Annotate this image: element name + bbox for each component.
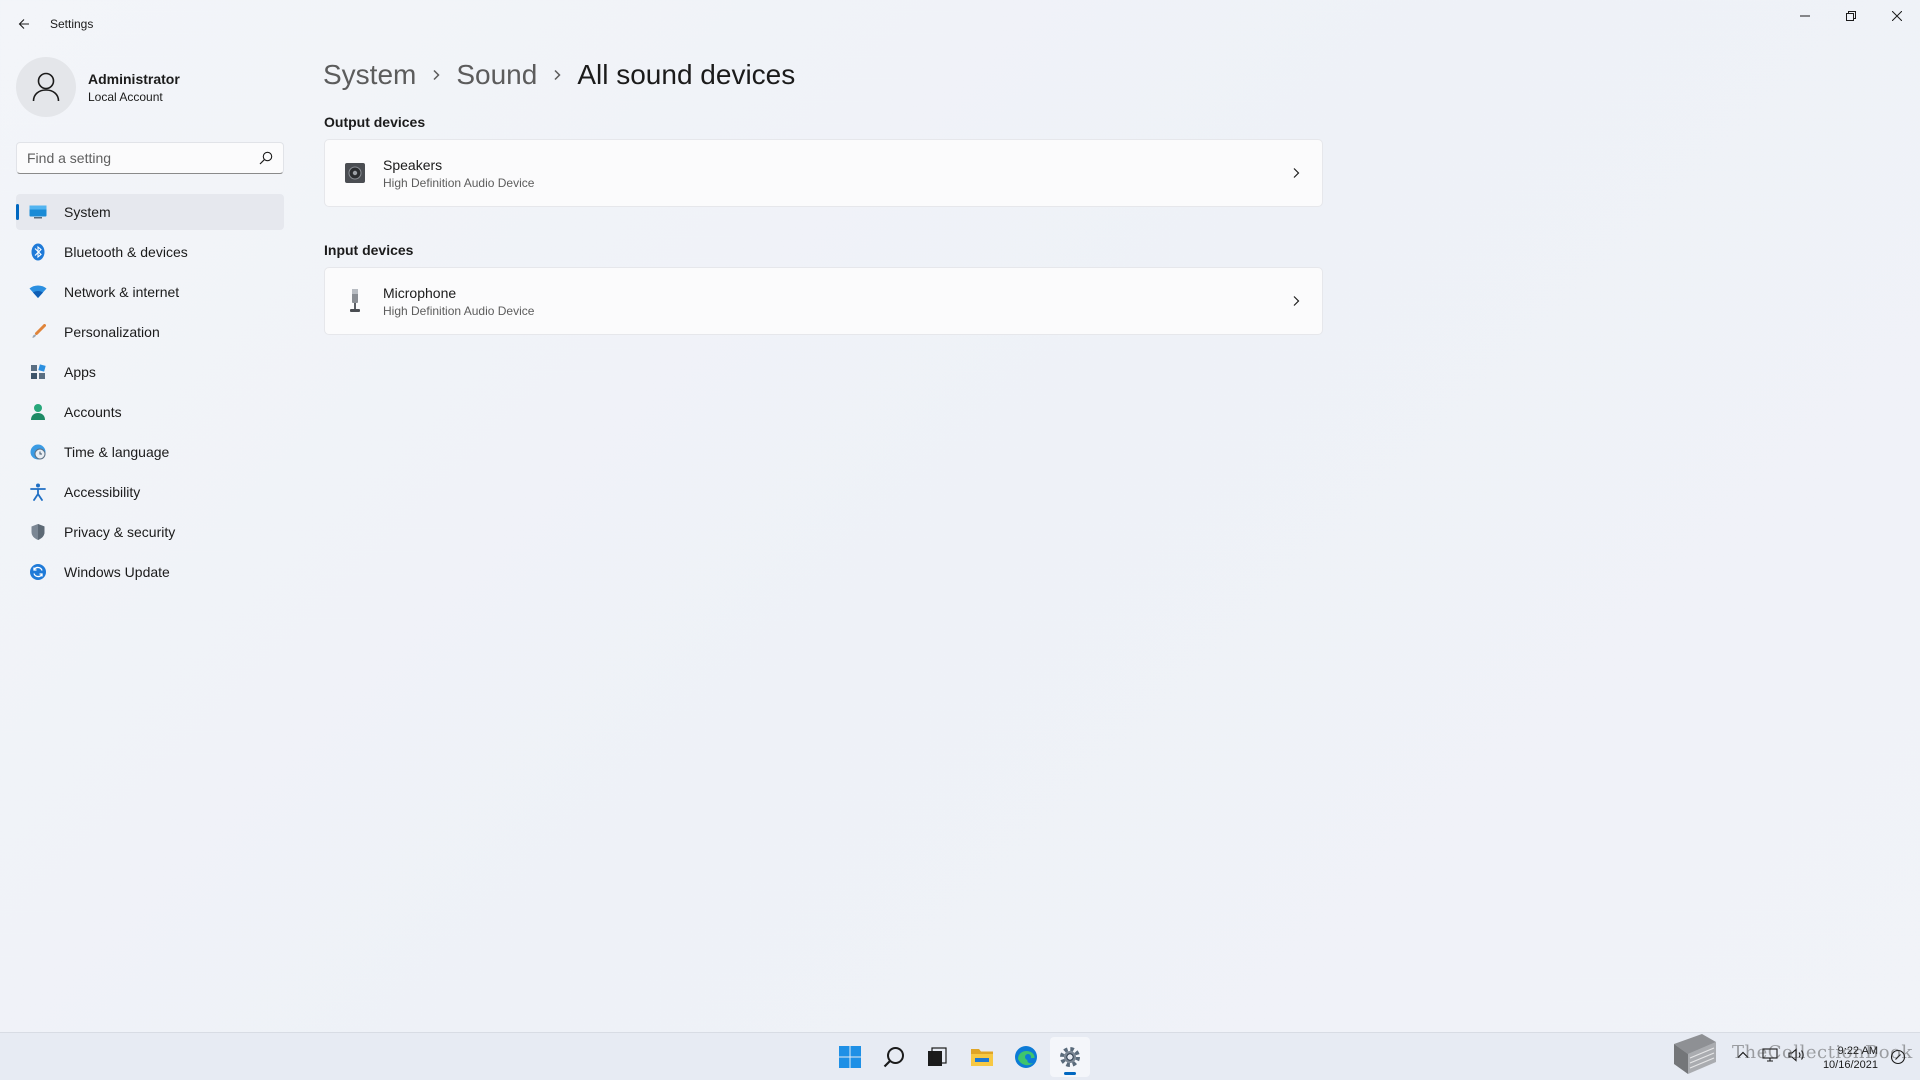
arrow-left-icon xyxy=(18,19,29,29)
taskbar-search-button[interactable] xyxy=(874,1037,914,1077)
sidebar-item-apps[interactable]: Apps xyxy=(16,354,284,390)
watermark-text: TheCollectionBook xyxy=(1732,1042,1913,1063)
sidebar-item-label: Accounts xyxy=(64,404,122,420)
microphone-icon xyxy=(343,289,367,313)
device-description: High Definition Audio Device xyxy=(383,175,535,190)
sidebar-item-label: Privacy & security xyxy=(64,524,176,540)
sidebar-item-privacy-security[interactable]: Privacy & security xyxy=(16,514,284,550)
sidebar-item-windows-update[interactable]: Windows Update xyxy=(16,554,284,590)
search-icon xyxy=(883,1047,904,1068)
globe-clock-icon xyxy=(28,442,48,462)
back-button[interactable] xyxy=(12,12,36,36)
breadcrumb: System Sound All sound devices xyxy=(323,55,795,95)
breadcrumb-sound[interactable]: Sound xyxy=(456,59,537,91)
system-icon xyxy=(28,202,48,222)
device-card-speakers[interactable]: Speakers High Definition Audio Device xyxy=(324,139,1323,207)
title-bar: Settings xyxy=(0,0,1920,48)
brush-icon xyxy=(28,322,48,342)
device-card-microphone[interactable]: Microphone High Definition Audio Device xyxy=(324,267,1323,335)
task-view-icon xyxy=(928,1047,947,1066)
chevron-right-icon xyxy=(416,69,456,81)
wifi-icon xyxy=(28,282,48,302)
taskbar-file-explorer-button[interactable] xyxy=(962,1037,1002,1077)
page-title: All sound devices xyxy=(577,59,796,90)
breadcrumb-system[interactable]: System xyxy=(323,59,416,91)
device-name: Speakers xyxy=(383,156,443,173)
sidebar-item-time-language[interactable]: Time & language xyxy=(16,434,284,470)
search-box[interactable] xyxy=(16,142,284,174)
speaker-icon xyxy=(343,161,367,185)
update-icon xyxy=(28,562,48,582)
input-devices-heading: Input devices xyxy=(324,242,414,258)
device-description: High Definition Audio Device xyxy=(383,303,535,318)
minimize-button[interactable] xyxy=(1782,0,1828,32)
sidebar-item-label: Personalization xyxy=(64,324,160,340)
taskbar-edge-button[interactable] xyxy=(1006,1037,1046,1077)
profile-account-type: Local Account xyxy=(88,89,163,104)
chevron-right-icon xyxy=(1286,163,1306,183)
sidebar-item-network-internet[interactable]: Network & internet xyxy=(16,274,284,310)
sidebar-nav: System Bluetooth & devices Network & int… xyxy=(16,194,284,594)
sidebar-item-label: Network & internet xyxy=(64,284,180,300)
restore-button[interactable] xyxy=(1828,0,1874,32)
output-devices-heading: Output devices xyxy=(324,114,426,130)
book-watermark-icon xyxy=(1668,1030,1720,1078)
sidebar-item-accounts[interactable]: Accounts xyxy=(16,394,284,430)
sidebar-item-label: Bluetooth & devices xyxy=(64,244,188,260)
taskbar-task-view-button[interactable] xyxy=(917,1037,957,1077)
sidebar-item-label: Accessibility xyxy=(64,484,141,500)
taskbar-start-button[interactable] xyxy=(830,1037,870,1077)
sidebar-item-label: Apps xyxy=(64,364,96,380)
taskbar: 9:22 AM 10/16/2021 xyxy=(0,1032,1920,1080)
file-explorer-icon xyxy=(971,1049,993,1066)
start-icon xyxy=(839,1046,861,1068)
person-icon xyxy=(28,402,48,422)
sidebar-item-personalization[interactable]: Personalization xyxy=(16,314,284,350)
user-profile[interactable]: Administrator Local Account xyxy=(16,56,180,118)
close-icon xyxy=(1892,11,1902,21)
chevron-right-icon xyxy=(537,69,577,81)
search-icon xyxy=(259,151,273,165)
search-input[interactable] xyxy=(27,150,259,166)
sidebar-item-label: System xyxy=(64,204,111,220)
sidebar-item-label: Time & language xyxy=(64,444,170,460)
edge-icon xyxy=(1015,1046,1037,1068)
avatar xyxy=(16,57,76,117)
sidebar-item-bluetooth-devices[interactable]: Bluetooth & devices xyxy=(16,234,284,270)
person-outline-icon xyxy=(32,72,60,102)
device-name: Microphone xyxy=(383,284,457,301)
apps-icon xyxy=(28,362,48,382)
taskbar-settings-button[interactable] xyxy=(1050,1037,1090,1077)
app-title: Settings xyxy=(50,17,94,31)
minimize-icon xyxy=(1800,15,1810,17)
accessibility-icon xyxy=(28,482,48,502)
sidebar-item-system[interactable]: System xyxy=(16,194,284,230)
restore-icon xyxy=(1846,11,1856,21)
chevron-right-icon xyxy=(1286,291,1306,311)
close-button[interactable] xyxy=(1874,0,1920,32)
bluetooth-icon xyxy=(28,242,48,262)
shield-icon xyxy=(28,522,48,542)
sidebar-item-accessibility[interactable]: Accessibility xyxy=(16,474,284,510)
sidebar-item-label: Windows Update xyxy=(64,564,170,580)
profile-name: Administrator xyxy=(88,70,180,87)
settings-icon xyxy=(1060,1047,1080,1067)
